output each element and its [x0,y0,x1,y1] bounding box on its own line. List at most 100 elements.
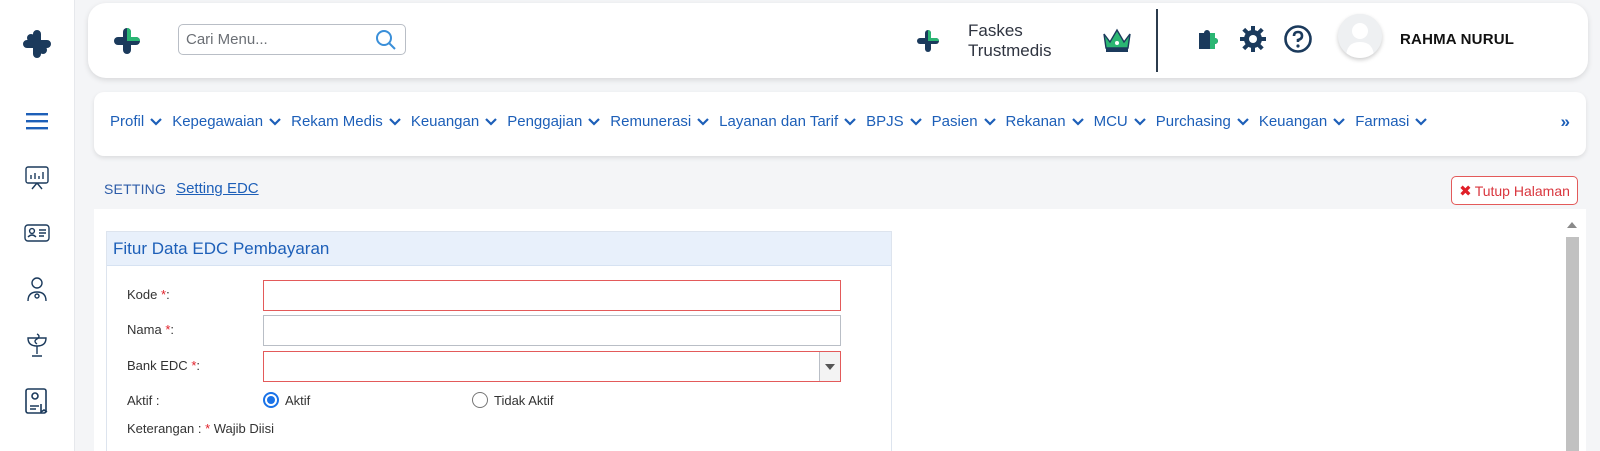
chevron-down-icon [269,117,281,126]
nama-label-suffix: : [170,322,174,337]
menu-item-label: Profil [110,113,145,130]
close-icon: ✖ [1459,182,1472,200]
edc-form-panel: Fitur Data EDC Pembayaran Kode *: Nama *… [106,231,892,451]
hamburger-menu-icon[interactable] [20,104,54,138]
breadcrumb: SETTING Setting EDC [104,180,259,197]
faskes-logo-icon [914,27,942,55]
close-page-label: Tutup Halaman [1474,182,1570,199]
required-note: Keterangan : * Wajib Diisi [127,421,274,436]
chevron-down-icon [909,117,922,126]
id-card-icon[interactable] [20,216,54,250]
kode-label-text: Kode [127,287,158,302]
user-avatar[interactable] [1338,14,1382,58]
radio-aktif-label: Aktif [285,392,311,408]
chevron-down-icon [825,363,835,370]
radio-tidak-aktif-dot[interactable] [472,392,488,408]
help-icon[interactable] [1283,24,1313,54]
bank-edc-select[interactable] [263,351,841,382]
puzzle-icon[interactable] [1193,24,1223,54]
chevron-down-icon [389,117,401,126]
faskes-name: Faskes Trustmedis [968,21,1051,61]
nama-label: Nama *: [127,322,174,337]
menu-item-label: Purchasing [1155,113,1231,130]
chevron-down-icon [1133,117,1146,126]
menu-item-farmasi[interactable]: Farmasi [1355,113,1428,130]
chevron-down-icon [1071,117,1084,126]
panel-title: Fitur Data EDC Pembayaran [107,232,891,266]
menu-item-label: Rekanan [1005,113,1066,130]
scrollbar-thumb[interactable] [1566,237,1579,451]
menu-item-rekam-medis[interactable]: Rekam Medis [291,113,402,130]
vertical-scrollbar[interactable] [1564,217,1580,451]
menu-more-button[interactable]: » [1561,112,1570,132]
menu-item-profil[interactable]: Profil [110,113,163,130]
note-text: Wajib Diisi [213,421,274,436]
bank-edc-label-text: Bank EDC [127,358,188,373]
chevron-down-icon [844,117,856,126]
radio-tidak-aktif-label: Tidak Aktif [494,392,554,408]
kode-input[interactable] [263,280,841,311]
menu-item-label: MCU [1093,113,1128,130]
dashboard-chart-icon[interactable] [20,160,54,194]
menu-item-label: Keuangan [410,113,480,130]
doctor-icon[interactable] [20,272,54,306]
trustmedis-logo-icon[interactable] [20,27,54,61]
patient-record-icon[interactable] [20,384,54,418]
faskes-line2: Trustmedis [968,41,1052,60]
menu-item-rekanan[interactable]: Rekanan [1006,113,1085,130]
top-header: Faskes Trustmedis RAHMA NURUL [88,3,1588,78]
menu-item-label: Pasien [931,113,978,130]
chevron-down-icon [485,117,497,126]
menu-item-label: Remunerasi [610,113,692,130]
kode-label: Kode *: [127,287,170,302]
menu-item-keuangan[interactable]: Keuangan [411,113,498,130]
note-label: Keterangan : [127,421,202,436]
menu-item-label: Layanan dan Tarif [719,113,839,130]
breadcrumb-root[interactable]: SETTING [104,181,166,197]
dropdown-toggle[interactable] [819,352,840,381]
menu-item-label: Rekam Medis [291,113,383,130]
radio-tidak-aktif[interactable]: Tidak Aktif [472,392,553,408]
menu-item-layanan-dan-tarif[interactable]: Layanan dan Tarif [719,113,857,130]
main-menu-bar: Profil Kepegawaian Rekam Medis Keuangan Peng… [94,92,1586,156]
crown-icon[interactable] [1101,25,1133,55]
menu-item-keuangan[interactable]: Keuangan [1259,113,1346,130]
search-box [178,24,406,55]
search-icon[interactable] [375,29,397,51]
menu-item-label: Kepegawaian [172,113,264,130]
faskes-line1: Faskes [968,21,1023,40]
close-page-button[interactable]: ✖ Tutup Halaman [1451,176,1578,205]
nama-input[interactable] [263,315,841,346]
menu-item-label: Penggajian [507,113,583,130]
pharmacy-bowl-icon[interactable] [20,328,54,362]
search-input[interactable] [179,25,364,54]
chevron-down-icon [697,117,709,126]
required-mark: * [205,421,211,436]
gear-icon[interactable] [1238,24,1268,54]
bank-edc-label: Bank EDC *: [127,358,200,373]
menu-item-penggajian[interactable]: Penggajian [507,113,601,130]
left-sidebar [0,0,75,451]
radio-aktif-dot[interactable] [263,392,279,408]
menu-item-label: Farmasi [1355,113,1410,130]
menu-item-remunerasi[interactable]: Remunerasi [610,113,710,130]
menu-item-label: BPJS [866,113,904,130]
chevron-down-icon [1333,117,1345,126]
menu-list: Profil Kepegawaian Rekam Medis Keuangan Peng… [110,113,1437,130]
aktif-label: Aktif : [127,393,160,408]
breadcrumb-current[interactable]: Setting EDC [176,180,259,197]
chevron-down-icon [150,117,162,126]
trustmedis-brand-icon[interactable] [110,24,144,58]
header-divider [1156,9,1158,72]
menu-item-bpjs[interactable]: BPJS [866,113,923,130]
content-area: Fitur Data EDC Pembayaran Kode *: Nama *… [94,209,1586,451]
radio-aktif[interactable]: Aktif [263,392,310,408]
menu-item-kepegawaian[interactable]: Kepegawaian [172,113,282,130]
menu-item-purchasing[interactable]: Purchasing [1156,113,1250,130]
nama-label-text: Nama [127,322,162,337]
scroll-up-icon[interactable] [1567,222,1577,228]
menu-item-pasien[interactable]: Pasien [932,113,997,130]
chevron-down-icon [1415,117,1428,126]
user-name[interactable]: RAHMA NURUL [1400,31,1514,48]
menu-item-mcu[interactable]: MCU [1094,113,1147,130]
